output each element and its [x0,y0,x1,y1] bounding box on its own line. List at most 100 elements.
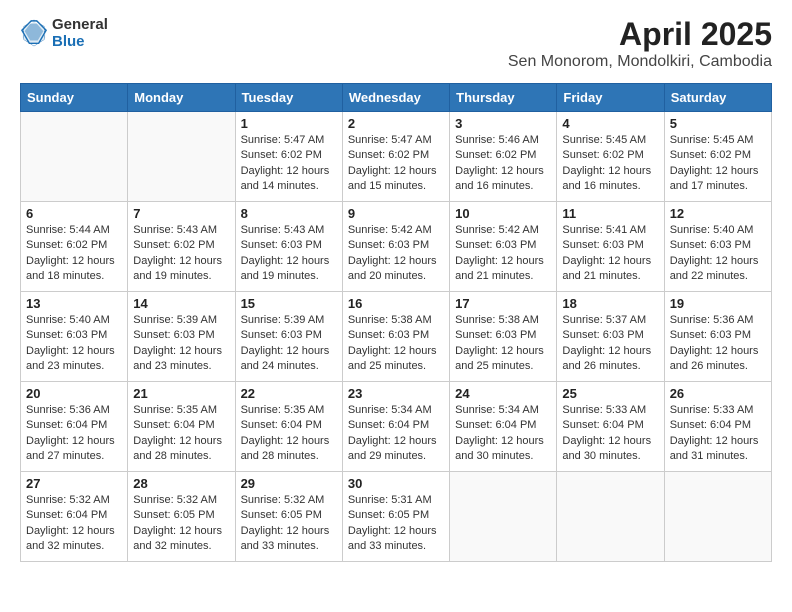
day-number: 11 [562,206,658,221]
cell-info: Sunrise: 5:32 AMSunset: 6:04 PMDaylight:… [26,493,122,555]
calendar-cell: 15Sunrise: 5:39 AMSunset: 6:03 PMDayligh… [235,292,342,382]
calendar-cell [557,472,664,562]
day-number: 4 [562,116,658,131]
day-number: 15 [241,296,337,311]
calendar-cell: 11 Sunrise: 5:41 AMSunset: 6:03 PMDayligh… [557,202,664,292]
cell-info: Sunrise: 5:35 AMSunset: 6:04 PMDaylight:… [241,403,337,465]
logo-general-text: General [52,16,108,33]
page: General Blue April 2025 Sen Monorom, Mon… [0,0,792,578]
calendar-cell: 23 Sunrise: 5:34 AMSunset: 6:04 PMDayligh… [342,382,449,472]
day-number: 24 [455,386,551,401]
cell-info: Sunrise: 5:36 AMSunset: 6:03 PMDaylight:… [670,313,766,375]
calendar-cell: 5Sunrise: 5:45 AMSunset: 6:02 PMDaylight… [664,112,771,202]
day-number: 14 [133,296,229,311]
day-number: 22 [241,386,337,401]
day-header-thursday: Thursday [450,84,557,112]
calendar-cell: 10 Sunrise: 5:42 AMSunset: 6:03 PMDayligh… [450,202,557,292]
day-number: 13 [26,296,122,311]
cell-info: Sunrise: 5:36 AMSunset: 6:04 PMDaylight:… [26,403,122,465]
cell-info: Sunrise: 5:34 AMSunset: 6:04 PMDaylight:… [455,403,551,465]
cell-info: Sunrise: 5:42 AMSunset: 6:03 PMDaylight:… [348,223,444,285]
day-number: 30 [348,476,444,491]
header-row: SundayMondayTuesdayWednesdayThursdayFrid… [21,84,772,112]
day-number: 1 [241,116,337,131]
cell-info: Sunrise: 5:45 AMSunset: 6:02 PMDaylight:… [670,133,766,195]
logo-text: General Blue [52,16,108,50]
calendar-cell: 16 Sunrise: 5:38 AMSunset: 6:03 PMDayligh… [342,292,449,382]
logo: General Blue [20,16,108,50]
calendar-cell: 12Sunrise: 5:40 AMSunset: 6:03 PMDayligh… [664,202,771,292]
calendar-cell: 19Sunrise: 5:36 AMSunset: 6:03 PMDayligh… [664,292,771,382]
day-number: 10 [455,206,551,221]
calendar-cell: 20 Sunrise: 5:36 AMSunset: 6:04 PMDayligh… [21,382,128,472]
day-header-friday: Friday [557,84,664,112]
week-row-4: 20 Sunrise: 5:36 AMSunset: 6:04 PMDayligh… [21,382,772,472]
calendar-cell: 24 Sunrise: 5:34 AMSunset: 6:04 PMDayligh… [450,382,557,472]
cell-info: Sunrise: 5:43 AMSunset: 6:02 PMDaylight:… [133,223,229,285]
cell-info: Sunrise: 5:32 AMSunset: 6:05 PMDaylight:… [241,493,337,555]
logo-blue-text: Blue [52,33,108,50]
calendar-cell: 29 Sunrise: 5:32 AMSunset: 6:05 PMDayligh… [235,472,342,562]
calendar-cell: 13 Sunrise: 5:40 AMSunset: 6:03 PMDayligh… [21,292,128,382]
cell-info: Sunrise: 5:47 AMSunset: 6:02 PMDaylight:… [348,133,444,195]
cell-info: Sunrise: 5:34 AMSunset: 6:04 PMDaylight:… [348,403,444,465]
cell-info: Sunrise: 5:45 AMSunset: 6:02 PMDaylight:… [562,133,658,195]
cell-info: Sunrise: 5:40 AMSunset: 6:03 PMDaylight:… [670,223,766,285]
cell-info: Sunrise: 5:32 AMSunset: 6:05 PMDaylight:… [133,493,229,555]
week-row-3: 13 Sunrise: 5:40 AMSunset: 6:03 PMDayligh… [21,292,772,382]
day-number: 23 [348,386,444,401]
calendar-cell: 9Sunrise: 5:42 AMSunset: 6:03 PMDaylight… [342,202,449,292]
cell-info: Sunrise: 5:38 AMSunset: 6:03 PMDaylight:… [455,313,551,375]
calendar-cell: 8Sunrise: 5:43 AMSunset: 6:03 PMDaylight… [235,202,342,292]
calendar-cell: 14 Sunrise: 5:39 AMSunset: 6:03 PMDayligh… [128,292,235,382]
day-number: 29 [241,476,337,491]
day-number: 17 [455,296,551,311]
location-title: Sen Monorom, Mondolkiri, Cambodia [508,53,772,71]
calendar-cell: 25 Sunrise: 5:33 AMSunset: 6:04 PMDayligh… [557,382,664,472]
calendar-cell: 21Sunrise: 5:35 AMSunset: 6:04 PMDayligh… [128,382,235,472]
calendar-table: SundayMondayTuesdayWednesdayThursdayFrid… [20,83,772,562]
day-header-sunday: Sunday [21,84,128,112]
day-number: 20 [26,386,122,401]
calendar-cell: 17 Sunrise: 5:38 AMSunset: 6:03 PMDayligh… [450,292,557,382]
day-number: 7 [133,206,229,221]
calendar-cell [664,472,771,562]
cell-info: Sunrise: 5:42 AMSunset: 6:03 PMDaylight:… [455,223,551,285]
day-header-monday: Monday [128,84,235,112]
day-number: 2 [348,116,444,131]
cell-info: Sunrise: 5:41 AMSunset: 6:03 PMDaylight:… [562,223,658,285]
calendar-cell: 22 Sunrise: 5:35 AMSunset: 6:04 PMDayligh… [235,382,342,472]
cell-info: Sunrise: 5:43 AMSunset: 6:03 PMDaylight:… [241,223,337,285]
day-number: 27 [26,476,122,491]
day-number: 28 [133,476,229,491]
cell-info: Sunrise: 5:33 AMSunset: 6:04 PMDaylight:… [562,403,658,465]
cell-info: Sunrise: 5:39 AMSunset: 6:03 PMDaylight:… [133,313,229,375]
week-row-5: 27 Sunrise: 5:32 AMSunset: 6:04 PMDayligh… [21,472,772,562]
calendar-cell [21,112,128,202]
cell-info: Sunrise: 5:44 AMSunset: 6:02 PMDaylight:… [26,223,122,285]
cell-info: Sunrise: 5:40 AMSunset: 6:03 PMDaylight:… [26,313,122,375]
logo-icon [20,19,48,47]
cell-info: Sunrise: 5:47 AMSunset: 6:02 PMDaylight:… [241,133,337,195]
calendar-cell: 28 Sunrise: 5:32 AMSunset: 6:05 PMDayligh… [128,472,235,562]
calendar-cell: 18Sunrise: 5:37 AMSunset: 6:03 PMDayligh… [557,292,664,382]
calendar-cell [128,112,235,202]
day-number: 16 [348,296,444,311]
calendar-cell: 7 Sunrise: 5:43 AMSunset: 6:02 PMDaylight… [128,202,235,292]
calendar-cell: 3Sunrise: 5:46 AMSunset: 6:02 PMDaylight… [450,112,557,202]
day-header-wednesday: Wednesday [342,84,449,112]
day-number: 26 [670,386,766,401]
cell-info: Sunrise: 5:33 AMSunset: 6:04 PMDaylight:… [670,403,766,465]
calendar-cell: 6 Sunrise: 5:44 AMSunset: 6:02 PMDaylight… [21,202,128,292]
day-number: 3 [455,116,551,131]
day-number: 25 [562,386,658,401]
calendar-cell: 27 Sunrise: 5:32 AMSunset: 6:04 PMDayligh… [21,472,128,562]
title-section: April 2025 Sen Monorom, Mondolkiri, Camb… [508,16,772,71]
week-row-1: 1 Sunrise: 5:47 AMSunset: 6:02 PMDaylight… [21,112,772,202]
calendar-cell: 1 Sunrise: 5:47 AMSunset: 6:02 PMDaylight… [235,112,342,202]
day-header-saturday: Saturday [664,84,771,112]
day-number: 6 [26,206,122,221]
week-row-2: 6 Sunrise: 5:44 AMSunset: 6:02 PMDaylight… [21,202,772,292]
cell-info: Sunrise: 5:38 AMSunset: 6:03 PMDaylight:… [348,313,444,375]
header: General Blue April 2025 Sen Monorom, Mon… [20,16,772,71]
